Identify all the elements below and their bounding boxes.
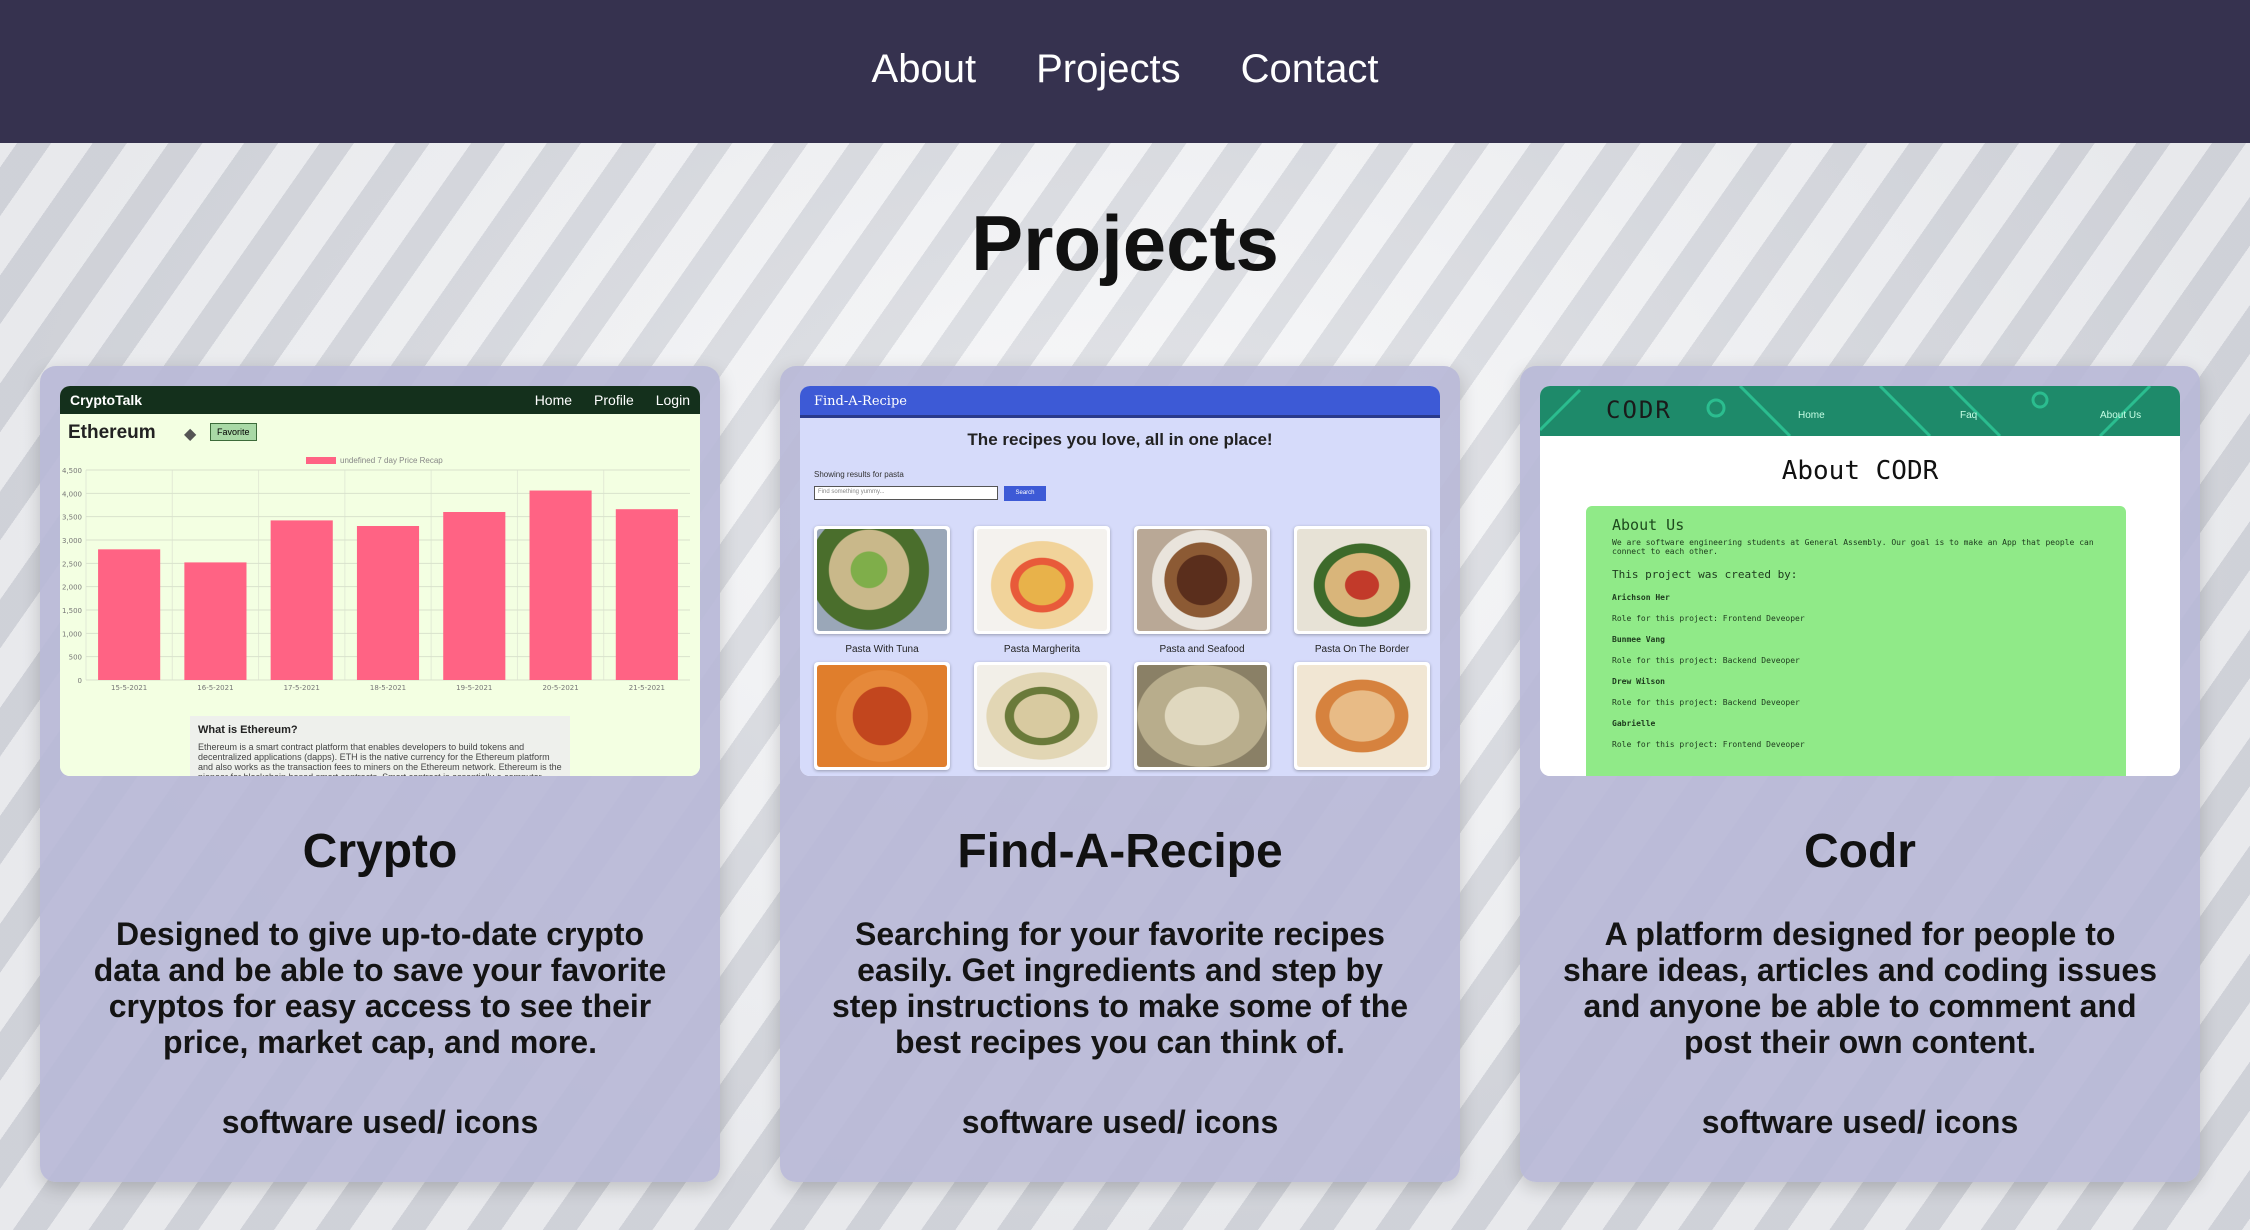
project-screenshot-recipe[interactable]: Find-A-Recipe The recipes you love, all … <box>800 386 1440 776</box>
codr-preview-about-title: About Us <box>1612 516 1685 534</box>
recipe-photo <box>1134 526 1270 634</box>
project-description: Designed to give up-to-date crypto data … <box>93 916 667 1060</box>
codr-person-name: Bunmee Vang <box>1612 635 1665 644</box>
chart-x-tick-label: 21-5-2021 <box>629 684 665 692</box>
recipe-photo <box>814 662 950 770</box>
codr-person-role: Role for this project: Backend Deveoper <box>1612 656 1800 665</box>
codr-person-role: Role for this project: Backend Deveoper <box>1612 698 1800 707</box>
crypto-preview-link-profile: Profile <box>594 392 634 408</box>
project-software-label: software used/ icons <box>221 1104 539 1140</box>
project-software-label: software used/ icons <box>961 1104 1279 1140</box>
crypto-preview-brand: CryptoTalk <box>70 392 143 408</box>
codr-preview-body: About CODR About Us We are software engi… <box>1540 436 2180 776</box>
recipe-preview-navbar: Find-A-Recipe <box>800 386 1440 418</box>
codr-person-name: Arichson Her <box>1612 593 1670 602</box>
chart-y-tick-label: 0 <box>78 677 82 685</box>
recipe-caption: Pasta With Tuna <box>845 644 919 655</box>
codr-person-role: Role for this project: Frontend Deveoper <box>1612 614 1805 623</box>
top-navbar: About Projects Contact <box>0 0 2250 143</box>
codr-person-name: Drew Wilson <box>1612 677 1665 686</box>
chart-bar <box>356 526 420 680</box>
codr-person-role: Role for this project: Frontend Deveoper <box>1612 740 1805 749</box>
nav-link-about[interactable]: About <box>872 47 977 92</box>
chart-bar <box>443 512 506 680</box>
page-title: Projects <box>971 199 1279 287</box>
recipe-caption: Pasta On The Border <box>1314 644 1410 655</box>
recipe-preview-brand: Find-A-Recipe <box>814 394 907 409</box>
project-title: Find-A-Recipe <box>957 825 1283 878</box>
crypto-preview-link-login: Login <box>655 392 690 408</box>
crypto-preview-favorite-button: Favorite <box>210 423 257 441</box>
project-card-crypto[interactable]: CryptoTalk Home Profile Login Ethereum ◆… <box>40 366 720 1182</box>
crypto-preview-info-box: What is Ethereum? Ethereum is a smart co… <box>190 716 570 776</box>
project-card-codr[interactable]: CODR Home Faq About Us About CODR About … <box>1520 366 2200 1182</box>
codr-preview-about-text: We are software engineering students at … <box>1612 538 2094 556</box>
chart-x-tick-label: 20-5-2021 <box>542 684 578 692</box>
project-title: Codr <box>1804 825 1916 878</box>
recipe-preview-results-label: Showing results for pasta <box>814 470 904 479</box>
crypto-preview-body: Ethereum ◆ Favorite undefined 7 day Pric… <box>60 414 700 776</box>
chart-bar <box>184 562 247 680</box>
chart-x-tick-label: 18-5-2021 <box>370 684 406 692</box>
recipe-photo <box>1294 526 1430 634</box>
project-description: Searching for your favorite recipes easi… <box>831 916 1409 1060</box>
crypto-preview-navbar: CryptoTalk Home Profile Login <box>60 386 700 414</box>
ethereum-icon: ◆ <box>184 426 197 443</box>
chart-bar <box>98 549 161 680</box>
codr-preview-created-by: This project was created by: <box>1612 568 1798 581</box>
codr-preview-brand: CODR <box>1606 396 1672 424</box>
project-screenshot-crypto[interactable]: CryptoTalk Home Profile Login Ethereum ◆… <box>60 386 700 776</box>
nav-link-contact[interactable]: Contact <box>1241 47 1379 92</box>
codr-preview-link-faq: Faq <box>1960 410 1978 421</box>
project-card-recipe[interactable]: Find-A-Recipe The recipes you love, all … <box>780 366 1460 1182</box>
recipe-preview-search-button: Search <box>1004 486 1046 501</box>
recipe-photo <box>974 526 1110 634</box>
chart-y-tick-label: 4,000 <box>62 490 82 498</box>
codr-preview-navbar: CODR Home Faq About Us <box>1540 386 2180 436</box>
chart-x-tick-label: 17-5-2021 <box>284 684 320 692</box>
chart-bar <box>270 520 333 680</box>
chart-bar <box>529 490 592 680</box>
chart-y-tick-label: 2,500 <box>62 560 82 568</box>
codr-preview-about-box: About Us We are software engineering stu… <box>1586 506 2126 776</box>
recipe-photo <box>1134 662 1270 770</box>
crypto-preview-link-home: Home <box>534 392 573 408</box>
chart-y-tick-label: 3,000 <box>62 537 82 545</box>
chart-x-tick-label: 19-5-2021 <box>456 684 492 692</box>
recipe-photo <box>814 526 950 634</box>
recipe-caption: Pasta and Seafood <box>1159 644 1245 655</box>
chart-y-tick-label: 1,500 <box>62 607 82 615</box>
recipe-preview-tagline: The recipes you love, all in one place! <box>967 430 1273 449</box>
crypto-preview-info-title: What is Ethereum? <box>198 724 298 736</box>
project-title: Crypto <box>302 825 458 878</box>
chart-y-tick-label: 1,000 <box>62 630 82 638</box>
codr-preview-heading: About CODR <box>1781 456 1939 486</box>
chart-x-tick-label: 16-5-2021 <box>197 684 233 692</box>
recipe-caption: Pasta Margherita <box>1003 644 1081 655</box>
chart-y-tick-label: 4,500 <box>62 467 82 475</box>
chart-y-tick-label: 3,500 <box>62 514 82 522</box>
codr-person-name: Gabrielle <box>1612 719 1656 728</box>
recipe-preview-search-input: Find something yummy... <box>814 486 998 500</box>
crypto-preview-info-text: Ethereum is a smart contract platform th… <box>198 742 562 776</box>
project-screenshot-codr[interactable]: CODR Home Faq About Us About CODR About … <box>1540 386 2180 776</box>
project-description: A platform designed for people to share … <box>1562 916 2158 1060</box>
chart-y-tick-label: 500 <box>69 654 82 662</box>
chart-x-tick-label: 15-5-2021 <box>111 684 147 692</box>
codr-preview-link-home: Home <box>1798 410 1825 421</box>
project-software-label: software used/ icons <box>1701 1104 2019 1140</box>
recipe-photo <box>1294 662 1430 770</box>
crypto-preview-bar-chart: 4,500 4,000 3,500 3,000 2,500 2,000 1,500 1,000… <box>62 467 690 692</box>
recipe-preview-body: The recipes you love, all in one place! … <box>800 418 1440 776</box>
chart-bar <box>615 509 678 680</box>
chart-y-tick-label: 2,000 <box>62 584 82 592</box>
crypto-preview-coin-name: Ethereum <box>68 422 156 443</box>
nav-link-projects[interactable]: Projects <box>1036 47 1181 92</box>
recipe-photo <box>974 662 1110 770</box>
codr-preview-link-about: About Us <box>2100 410 2142 421</box>
